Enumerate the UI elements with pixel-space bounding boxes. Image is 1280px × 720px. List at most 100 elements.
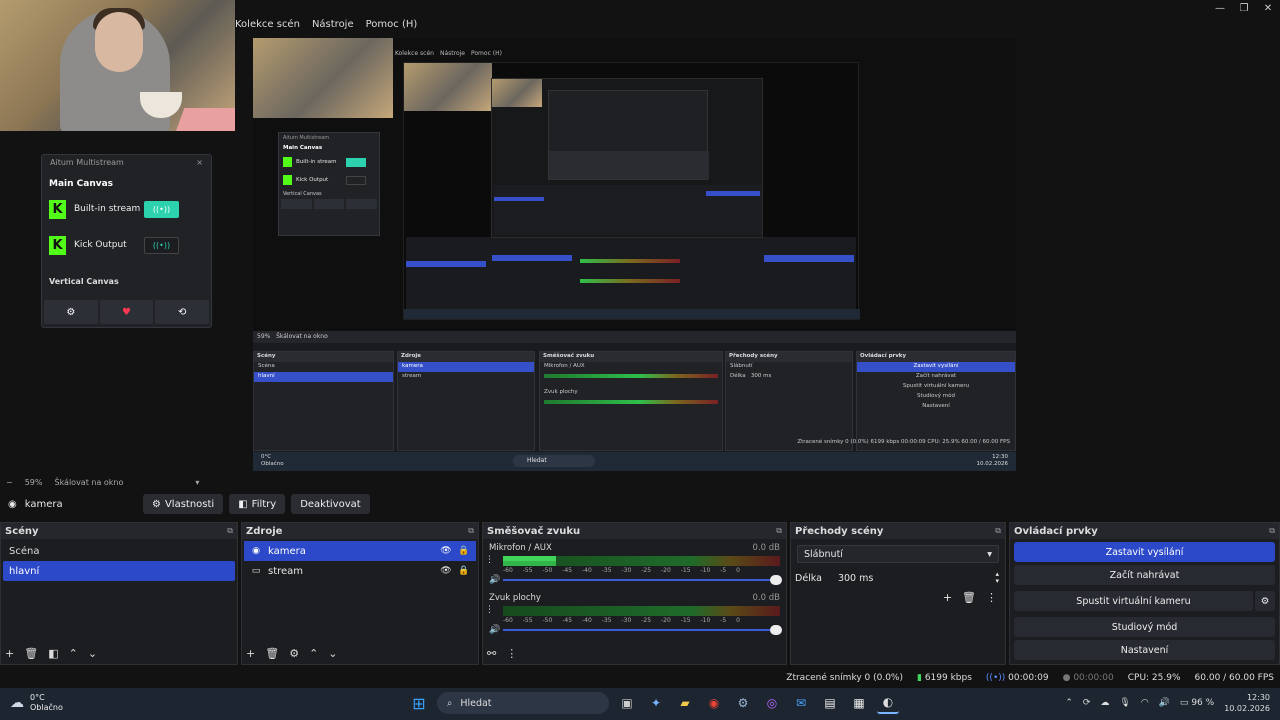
add-icon[interactable]: + (246, 647, 255, 660)
volume-slider[interactable] (503, 575, 782, 585)
undock-icon[interactable]: ⧉ (776, 526, 782, 536)
source-item[interactable]: ◉ kamera 👁 🔒 (244, 541, 476, 561)
copilot-icon[interactable]: ✦ (645, 692, 667, 714)
refresh-icon[interactable]: ⟳ (1083, 698, 1091, 708)
notepad-icon[interactable]: ▤ (819, 692, 841, 714)
start-recording-button[interactable]: Začít nahrávat (1014, 565, 1275, 585)
file-explorer-icon[interactable]: ▰ (674, 692, 696, 714)
battery-icon[interactable]: ▭ (1180, 698, 1189, 708)
refresh-icon[interactable]: ⟲ (155, 300, 210, 324)
heart-icon[interactable]: ♥ (99, 300, 154, 324)
deactivate-button[interactable]: Deaktivovat (291, 494, 370, 514)
channel-menu-icon[interactable]: ⋮ (485, 555, 494, 565)
chevron-down-icon[interactable]: ▾ (195, 478, 199, 487)
volume-slider[interactable] (503, 625, 782, 635)
controls-title: Ovládací prvky (1014, 525, 1098, 537)
source-item[interactable]: ▭ stream 👁 🔒 (244, 561, 476, 581)
stream-toggle-button[interactable]: ((•)) (144, 236, 179, 254)
scale-mode-select[interactable]: Škálovat na okno (54, 478, 123, 487)
scene-item[interactable]: Scéna (3, 541, 235, 561)
lock-icon[interactable]: 🔒 (458, 566, 470, 576)
trash-icon[interactable]: 🗑 (24, 647, 38, 660)
undock-icon[interactable]: ⧉ (995, 526, 1001, 536)
arrow-down-icon[interactable]: ⌄ (328, 647, 337, 660)
mail-icon[interactable]: ✉ (790, 692, 812, 714)
speaker-icon[interactable]: 🔊 (489, 575, 503, 585)
gear-icon[interactable]: ⚙ (44, 300, 98, 324)
start-virtual-camera-button[interactable]: Spustit virtuální kameru (1014, 591, 1253, 611)
meter-tick-label: -35 (601, 567, 612, 574)
preview-mixer-channel: Zvuk plochy (544, 389, 578, 395)
app-icon[interactable]: ◎ (761, 692, 783, 714)
eye-icon[interactable]: 👁 (440, 546, 452, 556)
preview-control: Začít nahrávat (915, 373, 957, 379)
sources-panel: Zdroje ⧉ ◉ kamera 👁 🔒 ▭ stream 👁 🔒 + 🗑 ⚙ … (241, 522, 479, 665)
battery-level: 96 % (1191, 698, 1215, 708)
scene-item[interactable]: hlavní (3, 561, 235, 581)
trash-icon[interactable]: 🗑 (265, 647, 279, 660)
gear-icon[interactable]: ⚙ (289, 647, 299, 660)
settings-button[interactable]: Nastavení (1014, 640, 1275, 660)
more-icon[interactable]: ⋮ (986, 591, 997, 604)
stream-toggle-button[interactable]: ((•)) (144, 200, 179, 218)
undock-icon[interactable]: ⧉ (1269, 526, 1275, 536)
mixer-channel: Mikrofon / AUX 0.0 dB ⋮ -60 -55 -50 -45 -40 -3… (483, 539, 786, 585)
windows-start-icon[interactable]: ⊞ (408, 692, 430, 714)
eye-icon[interactable]: 👁 (440, 566, 452, 576)
trash-icon[interactable]: 🗑 (962, 591, 976, 604)
kick-logo-icon: K (49, 235, 66, 255)
more-icon[interactable]: ⋮ (506, 647, 517, 660)
menu-help[interactable]: Pomoc (H) (366, 19, 418, 30)
volume-knob[interactable] (770, 575, 782, 585)
chrome-icon[interactable]: ◉ (703, 692, 725, 714)
obs-icon[interactable]: ◐ (877, 692, 899, 714)
add-icon[interactable]: + (943, 591, 952, 604)
microphone-icon[interactable]: 🎙 (1119, 698, 1130, 708)
minimize-icon[interactable]: — (1208, 0, 1232, 16)
properties-button[interactable]: ⚙ Vlastnosti (143, 494, 224, 514)
duration-input[interactable]: 300 ms (830, 569, 988, 587)
preview-date: 10.02.2026 (976, 461, 1009, 467)
channel-menu-icon[interactable]: ⋮ (485, 605, 494, 615)
speaker-icon[interactable]: 🔊 (489, 625, 503, 635)
arrow-down-icon[interactable]: ⌄ (88, 647, 97, 660)
virtual-camera-settings-gear-icon[interactable]: ⚙ (1255, 591, 1275, 611)
chevron-up-icon[interactable]: ⌃ (1065, 698, 1073, 708)
menu-scene-collection[interactable]: Kolekce scén (235, 19, 300, 30)
transitions-toolbar: + 🗑 ⋮ (943, 591, 997, 604)
zoom-out-icon[interactable]: − (6, 478, 13, 487)
lock-icon[interactable]: 🔒 (458, 546, 470, 556)
cloud-icon: ☁ (10, 695, 24, 711)
cloud-icon[interactable]: ☁ (1100, 698, 1109, 708)
transition-select[interactable]: Slábnutí ▾ (797, 545, 999, 563)
volume-knob[interactable] (770, 625, 782, 635)
steam-icon[interactable]: ⚙ (732, 692, 754, 714)
filter-icon[interactable]: ◧ (48, 647, 58, 660)
undock-icon[interactable]: ⧉ (468, 526, 474, 536)
task-view-icon[interactable]: ▣ (616, 692, 638, 714)
preview-scene-item: hlavní (254, 372, 393, 382)
wifi-icon[interactable]: ◠ (1141, 698, 1149, 708)
clock[interactable]: 12:30 10.02.2026 (1224, 692, 1270, 714)
weather-widget[interactable]: ☁ 0°C Oblačno (10, 693, 63, 713)
filters-button[interactable]: ◧ Filtry (229, 494, 286, 514)
zoom-level[interactable]: 59% (25, 478, 43, 487)
maximize-icon[interactable]: ❐ (1232, 0, 1256, 16)
studio-mode-button[interactable]: Studiový mód (1014, 617, 1275, 637)
arrow-up-icon[interactable]: ⌃ (69, 647, 78, 660)
meter-tick-label: -45 (562, 567, 573, 574)
add-icon[interactable]: + (5, 647, 14, 660)
arrow-up-icon[interactable]: ⌃ (309, 647, 318, 660)
link-icon[interactable]: ⚯ (487, 647, 496, 660)
preview-output-label: Built-in stream (296, 159, 337, 165)
volume-icon[interactable]: 🔊 (1159, 698, 1170, 708)
close-icon[interactable]: ✕ (1256, 0, 1280, 16)
dock-close-icon[interactable]: × (196, 158, 203, 170)
preview-canvas[interactable]: Kolekce scén Nástroje Pomoc (H) Aitum Mu… (253, 38, 1016, 471)
store-icon[interactable]: ▦ (848, 692, 870, 714)
taskbar-search[interactable]: ⌕ Hledat (437, 692, 609, 714)
spin-arrows-icon[interactable]: ▴ ▾ (995, 571, 999, 585)
stop-streaming-button[interactable]: Zastavit vysílání (1014, 542, 1275, 562)
menu-tools[interactable]: Nástroje (312, 19, 354, 30)
undock-icon[interactable]: ⧉ (227, 526, 233, 536)
